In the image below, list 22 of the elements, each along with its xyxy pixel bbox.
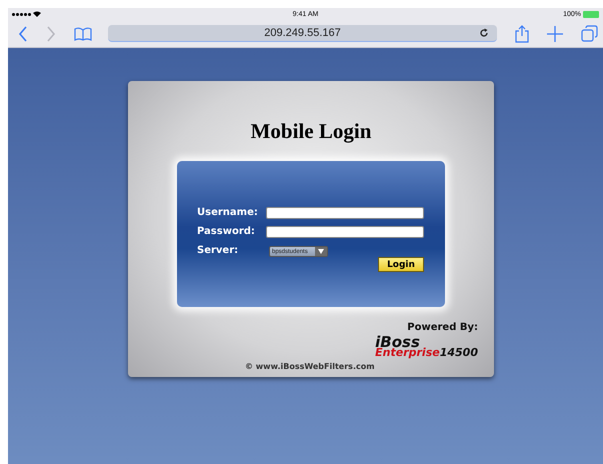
username-field[interactable]	[266, 206, 424, 218]
field-label: Server:	[197, 245, 240, 256]
signal-icon	[12, 12, 31, 16]
bookmarks-icon[interactable]	[74, 26, 92, 40]
new-tab-icon[interactable]	[547, 26, 563, 42]
login-button[interactable]: Login	[378, 257, 424, 272]
share-icon[interactable]	[515, 24, 529, 42]
caret-icon[interactable]	[318, 249, 324, 254]
reload-icon[interactable]	[479, 28, 489, 38]
powered-by-label: Powered By:	[407, 323, 478, 333]
edition-label: Enterprise	[375, 347, 440, 358]
password-field[interactable]	[266, 226, 424, 238]
battery-icon	[583, 10, 599, 18]
back-icon[interactable]	[18, 26, 28, 42]
wifi-icon	[33, 11, 41, 17]
field-label: Password:	[197, 226, 256, 237]
tabs-icon[interactable]	[581, 25, 598, 42]
website-link[interactable]: © www.iBossWebFilters.com	[245, 362, 375, 371]
login-title: Mobile Login	[250, 119, 372, 144]
field-label: Username:	[197, 207, 259, 218]
model-number: 14500	[440, 347, 478, 358]
address-bar[interactable]: 209.249.55.167	[108, 25, 497, 42]
